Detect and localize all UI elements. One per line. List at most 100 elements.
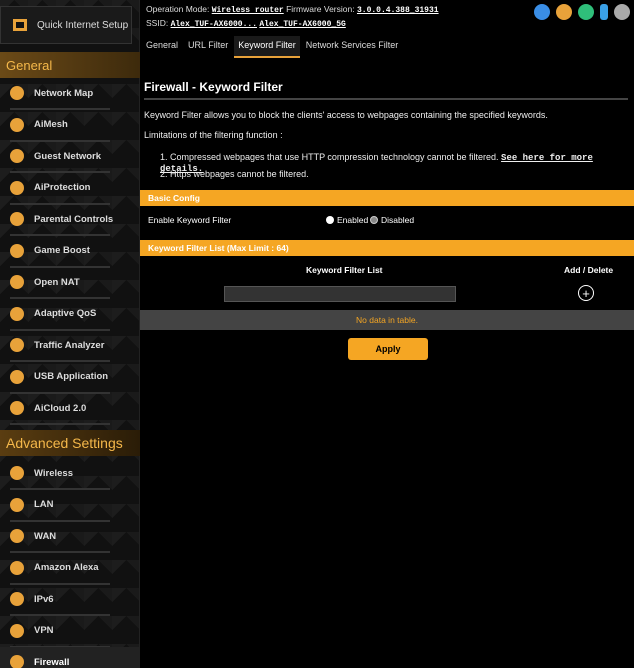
enabled-radio[interactable] bbox=[326, 216, 334, 224]
keyword-list-header: Keyword Filter List (Max Limit : 64) bbox=[140, 240, 634, 256]
ssid-1-link[interactable]: Alex_TUF-AX6000... bbox=[171, 20, 257, 29]
cloud-icon bbox=[10, 401, 24, 415]
gear-blue-icon[interactable] bbox=[534, 4, 550, 20]
sidebar-item-label: Game Boost bbox=[34, 245, 90, 256]
firewall-icon bbox=[10, 655, 24, 668]
enabled-option[interactable]: Enabled bbox=[326, 215, 368, 225]
firmware-link[interactable]: 3.0.0.4.388_31931 bbox=[357, 6, 439, 15]
sidebar-item-wireless[interactable]: Wireless bbox=[0, 458, 140, 490]
sidebar-item-vpn[interactable]: VPN bbox=[0, 616, 140, 648]
sidebar-item-label: Guest Network bbox=[34, 150, 102, 162]
sidebar-item-wan[interactable]: WAN bbox=[0, 521, 140, 553]
quick-internet-setup-button[interactable]: Quick Internet Setup bbox=[0, 6, 132, 44]
sidebar-item-open-nat[interactable]: Open NAT bbox=[0, 267, 140, 299]
disabled-label: Disabled bbox=[381, 215, 415, 225]
quick-setup-label: Quick Internet Setup bbox=[37, 19, 129, 31]
sidebar-item-amazon-alexa[interactable]: Amazon Alexa bbox=[0, 553, 140, 585]
shield-icon bbox=[10, 180, 24, 195]
sidebar-item-label: Wireless bbox=[34, 467, 73, 479]
basic-config-header: Basic Config bbox=[140, 190, 634, 206]
tab-general[interactable]: General bbox=[142, 36, 182, 58]
keyword-input[interactable] bbox=[224, 286, 456, 302]
sidebar-item-label: Traffic Analyzer bbox=[34, 339, 105, 351]
wireless-icon bbox=[10, 466, 24, 480]
vpn-icon bbox=[10, 623, 24, 638]
network-map-icon bbox=[10, 86, 24, 100]
parental-icon bbox=[10, 212, 24, 226]
sidebar-item-label: USB Application bbox=[34, 371, 109, 382]
sidebar-item-adaptive-qos[interactable]: Adaptive QoS bbox=[0, 299, 140, 331]
sidebar-item-label: AiProtection bbox=[34, 182, 91, 193]
add-keyword-button[interactable]: + bbox=[578, 285, 594, 301]
sidebar-item-ipv6[interactable]: IPv6 bbox=[0, 584, 140, 616]
clients-icon[interactable] bbox=[556, 4, 572, 20]
opmode-link[interactable]: Wireless router bbox=[212, 6, 284, 15]
page-title: Firewall - Keyword Filter bbox=[144, 80, 283, 94]
no-data-row: No data in table. bbox=[140, 310, 634, 330]
wan-icon bbox=[10, 529, 24, 543]
sidebar-item-label: Network Map bbox=[34, 87, 94, 99]
tab-url-filter[interactable]: URL Filter bbox=[184, 36, 232, 58]
sidebar-item-label: WAN bbox=[34, 530, 57, 542]
qos-icon bbox=[10, 306, 24, 321]
tab-network-services-filter[interactable]: Network Services Filter bbox=[302, 36, 403, 58]
sidebar-item-aimesh[interactable]: AiMesh bbox=[0, 110, 140, 142]
enabled-label: Enabled bbox=[337, 215, 369, 225]
ipv6-icon bbox=[10, 592, 24, 606]
ssid-2-link[interactable]: Alex_TUF-AX6000_5G bbox=[259, 20, 345, 29]
alexa-icon bbox=[10, 560, 24, 575]
enable-label: Enable Keyword Filter bbox=[148, 215, 232, 225]
sidebar: Quick Internet Setup General Network Map… bbox=[0, 0, 140, 668]
sidebar-item-traffic-analyzer[interactable]: Traffic Analyzer bbox=[0, 330, 140, 362]
wizard-icon bbox=[13, 19, 27, 31]
sidebar-item-network-map[interactable]: Network Map bbox=[0, 78, 140, 110]
settings-icon[interactable] bbox=[614, 4, 630, 20]
disabled-radio[interactable] bbox=[370, 216, 378, 224]
col-keyword-list: Keyword Filter List bbox=[306, 265, 383, 275]
disabled-option[interactable]: Disabled bbox=[370, 215, 414, 225]
tab-keyword-filter[interactable]: Keyword Filter bbox=[234, 36, 300, 58]
sidebar-item-label: LAN bbox=[34, 499, 54, 510]
sidebar-item-label: VPN bbox=[34, 625, 54, 636]
description: Keyword Filter allows you to block the c… bbox=[144, 110, 548, 120]
sidebar-item-lan[interactable]: LAN bbox=[0, 490, 140, 522]
apply-button[interactable]: Apply bbox=[348, 338, 428, 360]
guest-network-icon bbox=[10, 149, 24, 163]
general-header: General bbox=[0, 52, 140, 78]
firmware-label: Firmware Version: bbox=[286, 4, 355, 14]
sidebar-item-label: Amazon Alexa bbox=[34, 562, 99, 573]
title-divider bbox=[144, 98, 628, 100]
sidebar-item-label: AiMesh bbox=[34, 119, 68, 130]
sidebar-item-label: IPv6 bbox=[34, 593, 54, 605]
plus-icon: + bbox=[582, 285, 590, 301]
aimesh-icon bbox=[10, 117, 24, 132]
status-icons bbox=[534, 4, 630, 20]
sidebar-item-firewall[interactable]: Firewall bbox=[0, 647, 140, 668]
sidebar-item-game-boost[interactable]: Game Boost bbox=[0, 236, 140, 268]
sidebar-item-guest-network[interactable]: Guest Network bbox=[0, 141, 140, 173]
internet-icon[interactable] bbox=[578, 4, 594, 20]
nat-icon bbox=[10, 275, 24, 289]
sidebar-item-label: Firewall bbox=[34, 656, 70, 668]
lan-icon bbox=[10, 497, 24, 512]
sidebar-item-label: AiCloud 2.0 bbox=[34, 402, 87, 414]
status-bar: Operation Mode: Wireless router Firmware… bbox=[140, 0, 634, 34]
usb-status-icon[interactable] bbox=[600, 4, 608, 20]
limitations-label: Limitations of the filtering function : bbox=[144, 130, 283, 140]
sidebar-item-label: Open NAT bbox=[34, 276, 80, 288]
item-divider bbox=[10, 423, 110, 425]
sidebar-item-parental-controls[interactable]: Parental Controls bbox=[0, 204, 140, 236]
sidebar-item-label: Parental Controls bbox=[34, 213, 114, 225]
sidebar-item-aiprotection[interactable]: AiProtection bbox=[0, 173, 140, 205]
main-panel: Firewall - Keyword Filter Keyword Filter… bbox=[140, 68, 634, 668]
rocket-icon bbox=[10, 243, 24, 258]
sidebar-item-aicloud-2-0[interactable]: AiCloud 2.0 bbox=[0, 393, 140, 425]
limitation-1-text: 1. Compressed webpages that use HTTP com… bbox=[160, 152, 499, 162]
ssid-label: SSID: bbox=[146, 18, 169, 28]
col-add-delete: Add / Delete bbox=[564, 265, 614, 275]
sidebar-item-usb-application[interactable]: USB Application bbox=[0, 362, 140, 394]
traffic-icon bbox=[10, 338, 24, 352]
sidebar-item-label: Adaptive QoS bbox=[34, 308, 97, 319]
advanced-settings-header: Advanced Settings bbox=[0, 430, 140, 456]
opmode-label: Operation Mode: bbox=[146, 4, 210, 14]
